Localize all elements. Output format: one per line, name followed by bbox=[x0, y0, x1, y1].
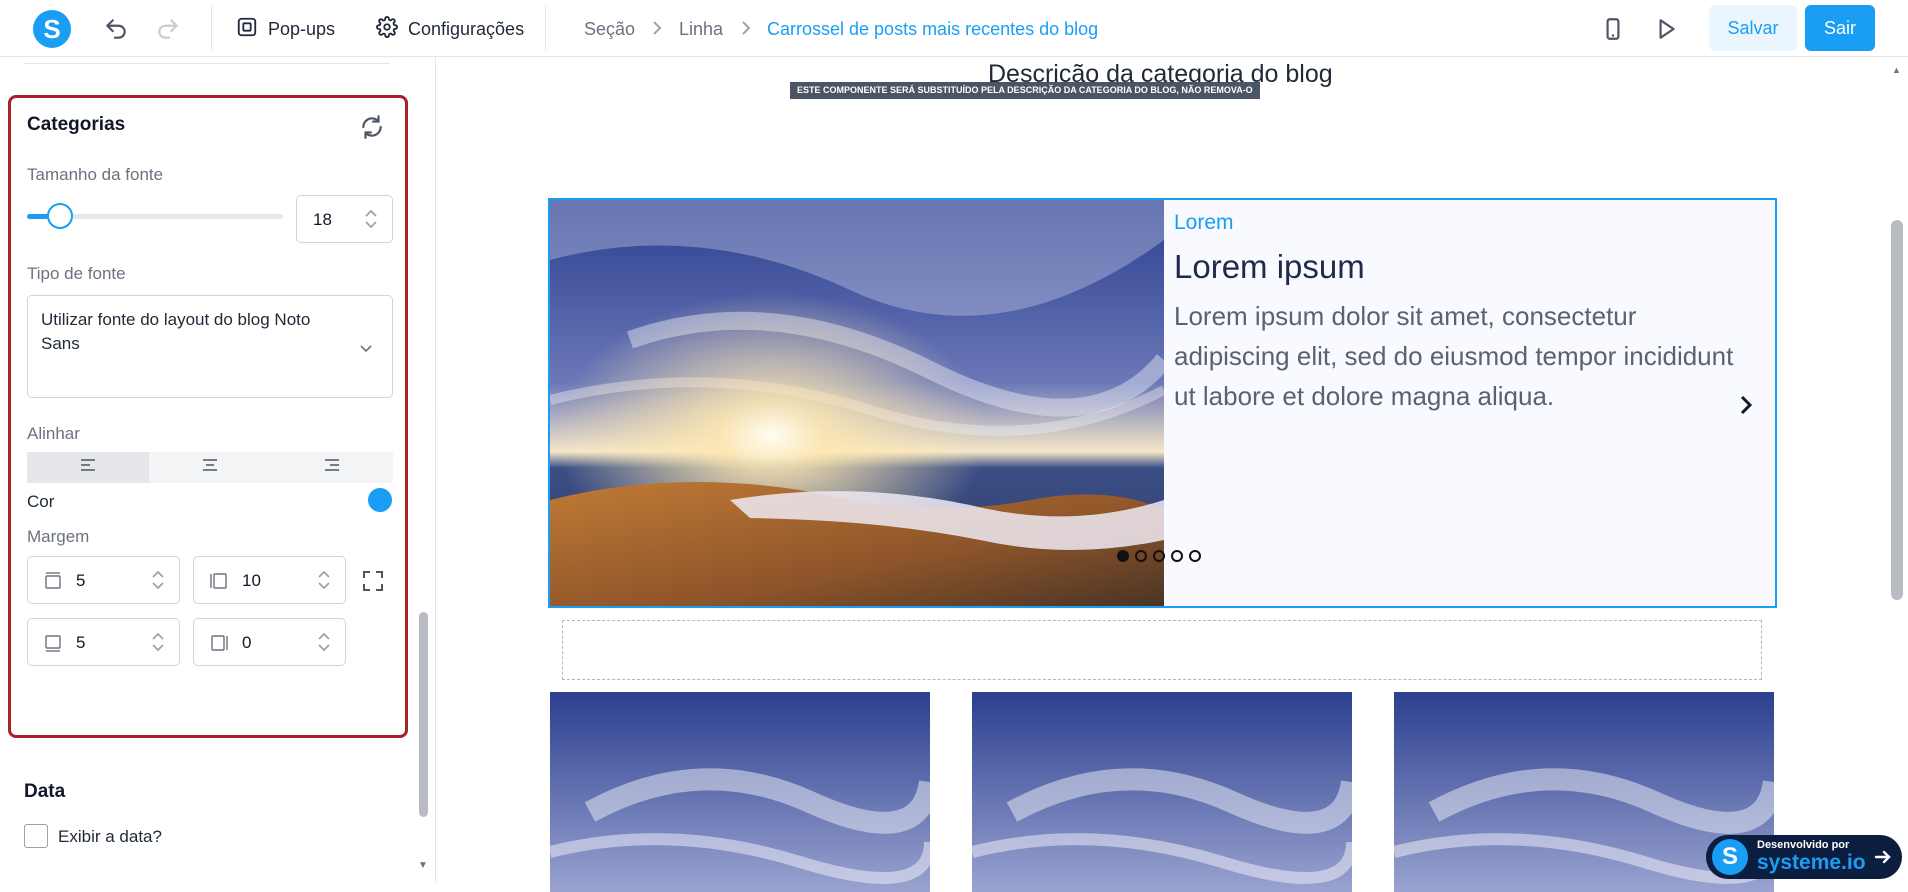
exit-button[interactable]: Sair bbox=[1805, 5, 1875, 51]
font-type-label: Tipo de fonte bbox=[27, 264, 126, 283]
stepper-icon[interactable] bbox=[317, 567, 331, 593]
save-button[interactable]: Salvar bbox=[1709, 5, 1797, 51]
font-type-select[interactable]: Utilizar fonte do layout do blog Noto Sa… bbox=[27, 295, 393, 398]
margin-top-value: 5 bbox=[76, 571, 86, 590]
date-section-title: Data bbox=[24, 781, 66, 802]
post-thumbnail[interactable] bbox=[972, 692, 1352, 892]
carousel-post-image bbox=[550, 200, 1164, 606]
slider-handle[interactable] bbox=[47, 203, 74, 229]
empty-drop-zone[interactable] bbox=[562, 620, 1762, 680]
reset-icon[interactable] bbox=[359, 114, 385, 140]
post-excerpt: Lorem ipsum dolor sit amet, consectetur … bbox=[1174, 301, 1734, 411]
margin-label: Margem bbox=[27, 527, 90, 546]
margin-right-value: 10 bbox=[242, 571, 261, 590]
margin-left-input[interactable]: 0 bbox=[193, 618, 346, 666]
carousel-pagination bbox=[1117, 550, 1201, 562]
margin-top-input[interactable]: 5 bbox=[27, 556, 180, 604]
mobile-preview-icon[interactable] bbox=[1600, 16, 1626, 42]
margin-right-icon bbox=[210, 572, 228, 590]
badge-brand: systeme.io bbox=[1757, 851, 1866, 874]
stepper-icon[interactable] bbox=[364, 206, 378, 232]
carousel-dot[interactable] bbox=[1153, 550, 1165, 562]
breadcrumb-section[interactable]: Seção bbox=[584, 19, 635, 40]
undo-icon[interactable] bbox=[103, 16, 129, 42]
post-thumbnail[interactable] bbox=[550, 692, 930, 892]
chevron-right-icon[interactable] bbox=[1736, 390, 1756, 420]
scroll-down-icon[interactable]: ▼ bbox=[418, 860, 430, 872]
carousel-dot[interactable] bbox=[1135, 550, 1147, 562]
margin-bottom-value: 5 bbox=[76, 633, 86, 652]
breadcrumb-row[interactable]: Linha bbox=[679, 19, 723, 40]
powered-by-badge[interactable]: S Desenvolvido por systeme.io bbox=[1706, 835, 1902, 879]
breadcrumb-current[interactable]: Carrossel de posts mais recentes do blog bbox=[767, 19, 1098, 40]
categories-settings-panel: Categorias Tamanho da fonte 18 Tipo de f… bbox=[8, 95, 408, 738]
align-center-icon bbox=[202, 458, 218, 477]
font-size-input[interactable]: 18 bbox=[296, 195, 393, 243]
popup-icon bbox=[236, 16, 258, 43]
settings-button[interactable]: Configurações bbox=[376, 15, 525, 43]
stepper-icon[interactable] bbox=[151, 567, 165, 593]
margin-left-icon bbox=[210, 634, 228, 652]
carousel-dot[interactable] bbox=[1117, 550, 1129, 562]
show-date-checkbox[interactable] bbox=[24, 824, 48, 848]
margin-right-input[interactable]: 10 bbox=[193, 556, 346, 604]
stepper-icon[interactable] bbox=[151, 629, 165, 655]
systeme-logo: S bbox=[1712, 839, 1748, 875]
stepper-icon[interactable] bbox=[317, 629, 331, 655]
font-size-value: 18 bbox=[313, 210, 332, 229]
post-category[interactable]: Lorem bbox=[1174, 211, 1234, 235]
align-right-button[interactable] bbox=[271, 452, 393, 483]
carousel-dot[interactable] bbox=[1189, 550, 1201, 562]
align-label: Alinhar bbox=[27, 424, 80, 443]
canvas-scrollbar[interactable] bbox=[1891, 220, 1903, 600]
chevron-right-icon bbox=[739, 18, 753, 38]
gear-icon bbox=[376, 15, 398, 43]
toolbar-divider bbox=[545, 6, 546, 51]
align-left-button[interactable] bbox=[27, 452, 149, 483]
align-right-icon bbox=[324, 458, 340, 477]
margin-top-icon bbox=[44, 572, 62, 590]
badge-caption: Desenvolvido por bbox=[1757, 839, 1850, 851]
top-toolbar: S Pop-ups Configurações Seção Linha Carr… bbox=[0, 0, 1908, 57]
toolbar-divider bbox=[211, 6, 212, 51]
margin-bottom-icon bbox=[44, 634, 62, 652]
settings-label: Configurações bbox=[408, 18, 525, 39]
app-logo[interactable]: S bbox=[33, 10, 71, 48]
arrow-right-icon bbox=[1873, 847, 1893, 867]
chevron-down-icon bbox=[358, 340, 374, 356]
color-picker-swatch[interactable] bbox=[368, 488, 392, 512]
align-center-button[interactable] bbox=[149, 452, 271, 483]
divider bbox=[24, 63, 390, 64]
blog-posts-carousel[interactable]: Lorem Lorem ipsum Lorem ipsum dolor sit … bbox=[548, 198, 1777, 608]
margin-left-value: 0 bbox=[242, 633, 252, 652]
description-placeholder-note: ESTE COMPONENTE SERÁ SUBSTITUÍDO PELA DE… bbox=[790, 82, 1260, 99]
color-label: Cor bbox=[27, 492, 55, 511]
popups-label: Pop-ups bbox=[268, 18, 336, 39]
settings-sidebar: Categorias Tamanho da fonte 18 Tipo de f… bbox=[0, 57, 436, 882]
expand-icon[interactable] bbox=[361, 569, 385, 593]
carousel-dot[interactable] bbox=[1171, 550, 1183, 562]
sidebar-scrollbar[interactable] bbox=[419, 612, 428, 817]
font-type-value: Utilizar fonte do layout do blog Noto Sa… bbox=[41, 310, 311, 353]
post-title[interactable]: Lorem ipsum bbox=[1174, 248, 1365, 286]
scroll-up-icon[interactable]: ▲ bbox=[1892, 65, 1902, 75]
align-left-icon bbox=[80, 458, 96, 477]
align-button-group bbox=[27, 452, 393, 483]
panel-title: Categorias bbox=[27, 114, 126, 135]
chevron-right-icon bbox=[650, 18, 664, 38]
redo-icon[interactable] bbox=[155, 16, 181, 42]
font-size-label: Tamanho da fonte bbox=[27, 165, 164, 184]
margin-bottom-input[interactable]: 5 bbox=[27, 618, 180, 666]
play-preview-icon[interactable] bbox=[1653, 16, 1679, 42]
show-date-label: Exibir a data? bbox=[58, 827, 162, 846]
popups-button[interactable]: Pop-ups bbox=[236, 16, 335, 42]
